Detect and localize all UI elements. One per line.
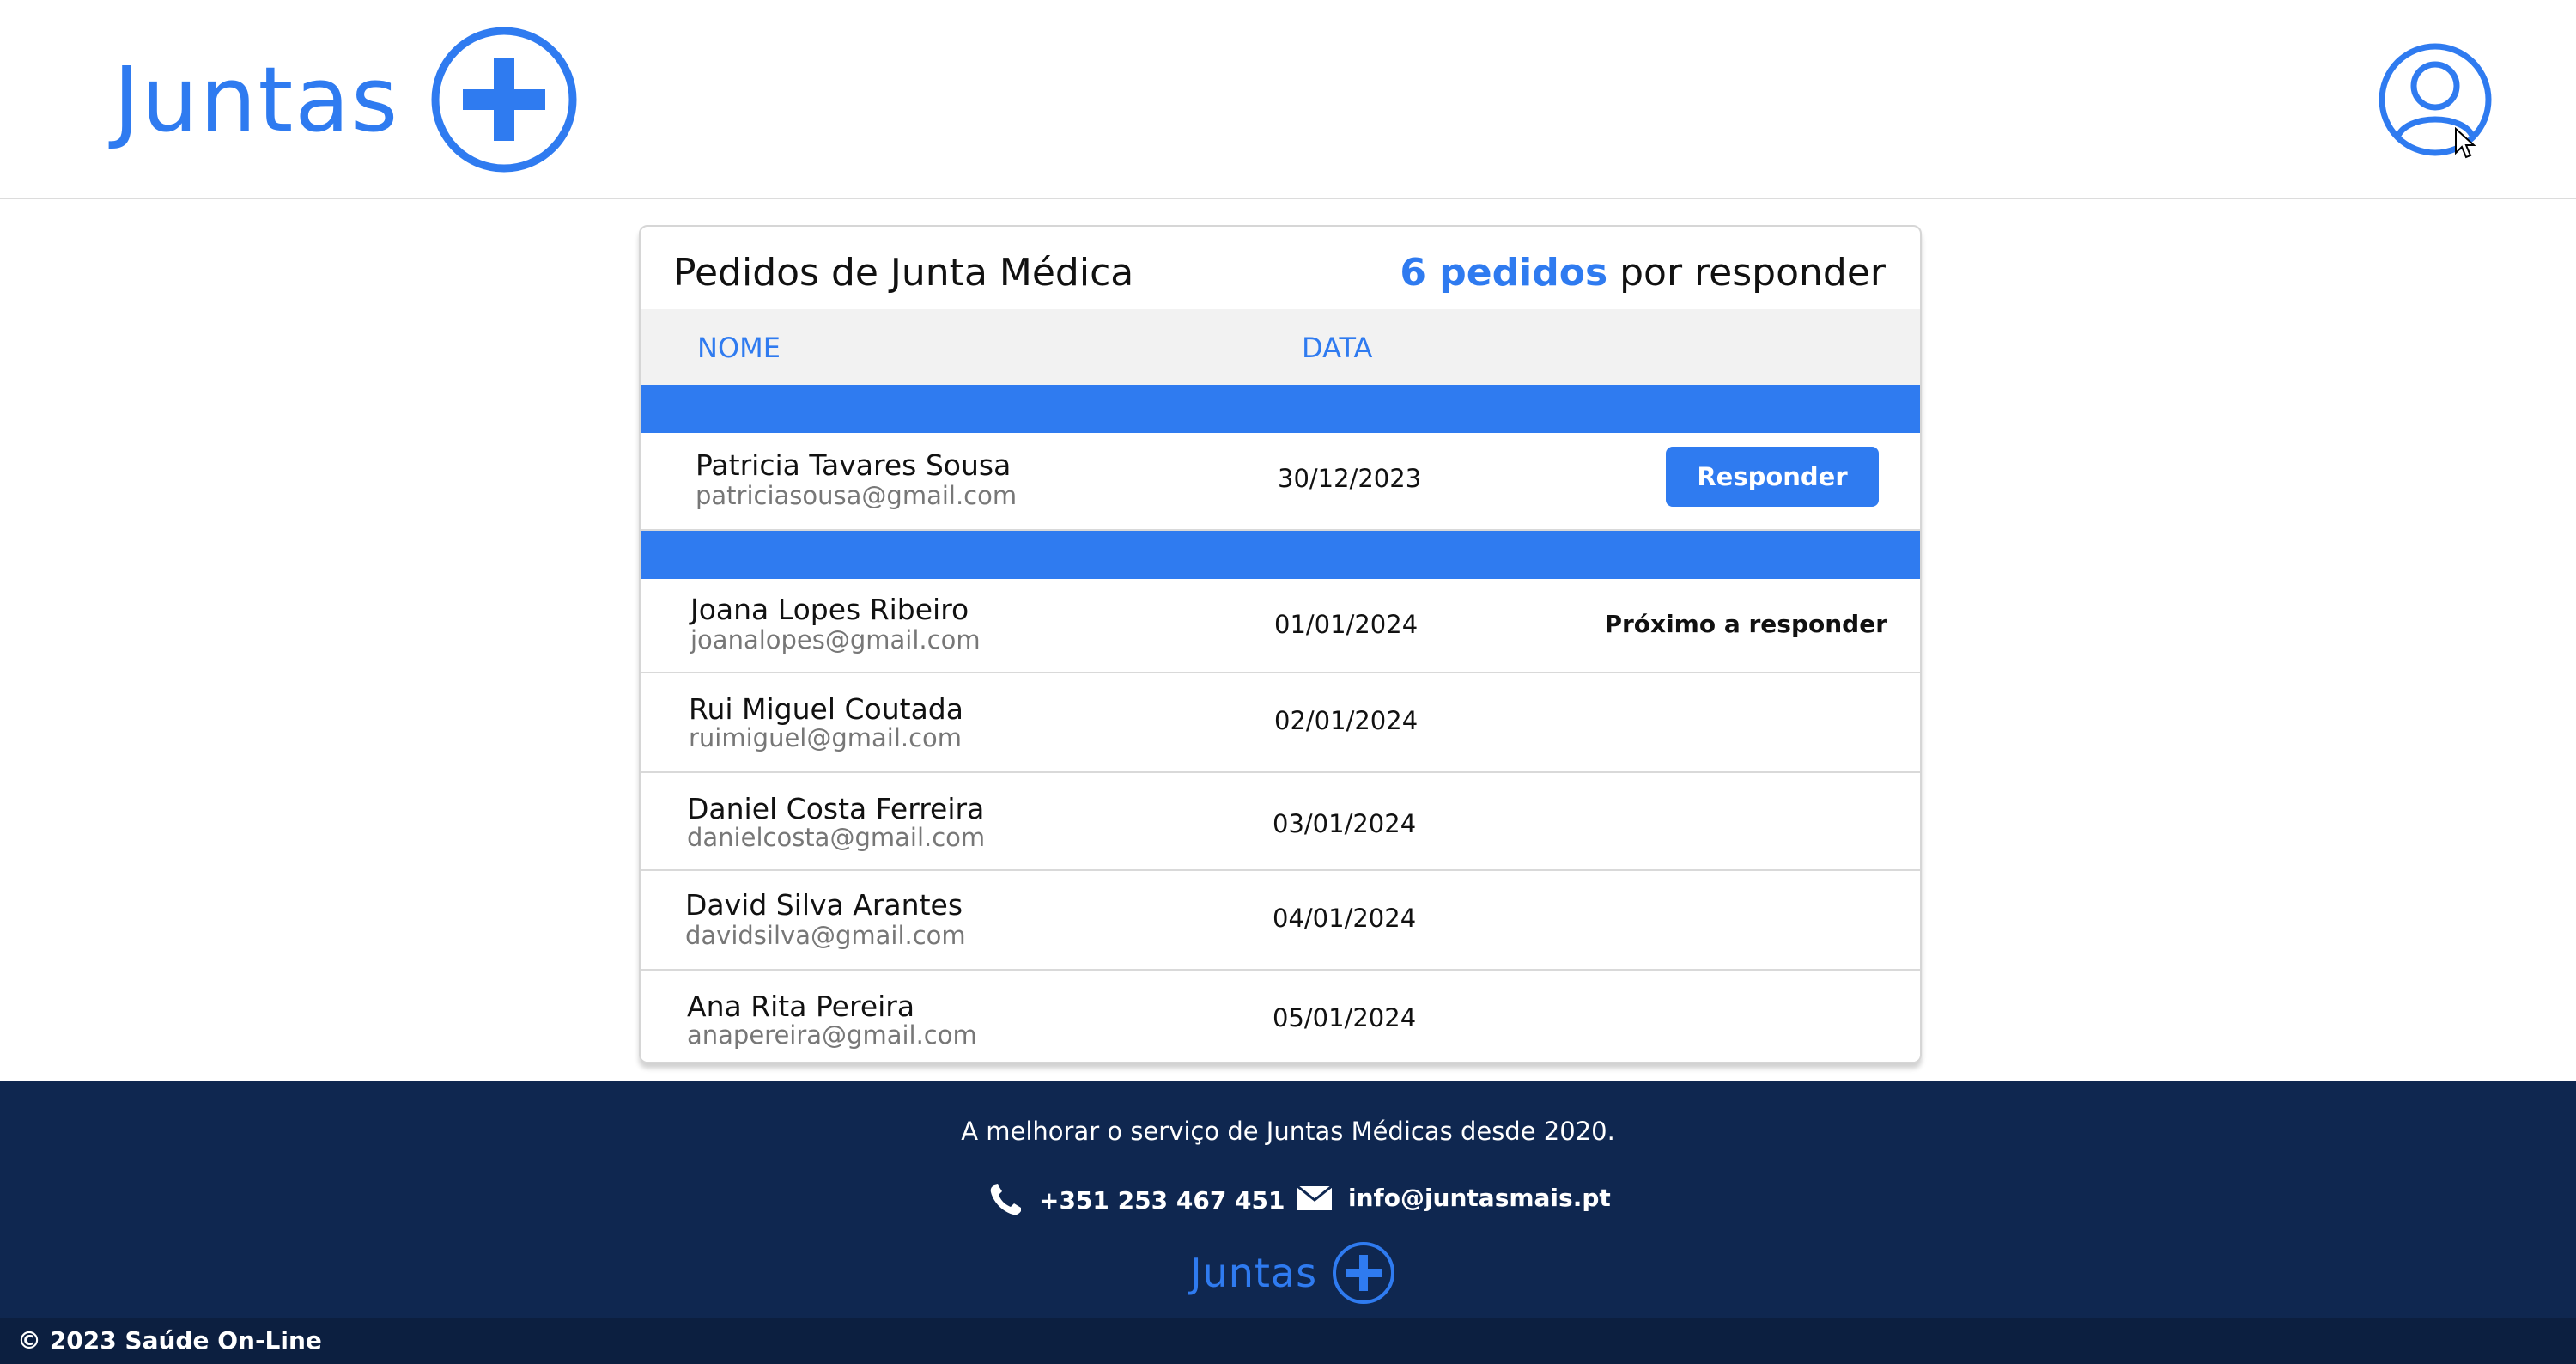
column-header-date: DATA bbox=[1302, 332, 1373, 364]
row-date: 02/01/2024 bbox=[1274, 706, 1419, 735]
copyright-text: © 2023 Saúde On-Line bbox=[17, 1326, 322, 1355]
row-email: joanalopes@gmail.com bbox=[690, 625, 981, 655]
row-name: David Silva Arantes bbox=[685, 888, 963, 922]
logo[interactable]: Juntas bbox=[113, 26, 578, 174]
row-date: 05/01/2024 bbox=[1273, 1003, 1417, 1032]
plus-circle-icon bbox=[431, 27, 577, 173]
table-header: NOME DATA bbox=[641, 309, 1920, 385]
table-row: Joana Lopes Ribeiro joanalopes@gmail.com… bbox=[641, 579, 1920, 673]
copyright-bar: © 2023 Saúde On-Line bbox=[0, 1318, 2576, 1364]
section-divider-bar bbox=[641, 531, 1920, 579]
row-email: danielcosta@gmail.com bbox=[687, 823, 986, 852]
row-name: Patricia Tavares Sousa bbox=[696, 448, 1012, 482]
row-name: Joana Lopes Ribeiro bbox=[690, 593, 969, 626]
table-row: Rui Miguel Coutada ruimiguel@gmail.com 0… bbox=[641, 673, 1920, 773]
footer-logo[interactable]: Juntas bbox=[1190, 1240, 1396, 1306]
row-email: davidsilva@gmail.com bbox=[685, 921, 966, 950]
table-row: Patricia Tavares Sousa patriciasousa@gma… bbox=[641, 433, 1920, 531]
row-email: anapereira@gmail.com bbox=[687, 1020, 977, 1050]
column-header-name: NOME bbox=[697, 332, 781, 364]
row-date: 01/01/2024 bbox=[1274, 610, 1419, 639]
card-title: Pedidos de Junta Médica bbox=[673, 251, 1134, 295]
row-date: 30/12/2023 bbox=[1278, 464, 1422, 493]
footer-email[interactable]: info@juntasmais.pt bbox=[1297, 1184, 1611, 1212]
row-date: 04/01/2024 bbox=[1273, 904, 1417, 933]
site-header: Juntas bbox=[0, 0, 2576, 199]
pending-count-number: 6 pedidos bbox=[1400, 251, 1608, 295]
plus-circle-icon bbox=[1333, 1242, 1395, 1304]
mail-icon bbox=[1297, 1184, 1333, 1210]
pending-count: 6 pedidos por responder bbox=[1400, 251, 1886, 295]
pending-count-suffix: por responder bbox=[1607, 251, 1886, 295]
table-row: Daniel Costa Ferreira danielcosta@gmail.… bbox=[641, 773, 1920, 871]
mouse-cursor-icon bbox=[2455, 127, 2476, 159]
requests-card: Pedidos de Junta Médica 6 pedidos por re… bbox=[639, 225, 1922, 1063]
table-row: David Silva Arantes davidsilva@gmail.com… bbox=[641, 871, 1920, 971]
row-name: Rui Miguel Coutada bbox=[689, 692, 963, 726]
next-to-respond-label: Próximo a responder bbox=[1604, 610, 1887, 638]
respond-button[interactable]: Responder bbox=[1666, 447, 1879, 507]
footer-phone[interactable]: +351 253 467 451 bbox=[989, 1184, 1285, 1216]
phone-number: +351 253 467 451 bbox=[1039, 1185, 1285, 1215]
footer-tagline: A melhorar o serviço de Juntas Médicas d… bbox=[961, 1117, 1615, 1146]
footer-logo-text: Juntas bbox=[1190, 1250, 1318, 1296]
email-address: info@juntasmais.pt bbox=[1348, 1184, 1611, 1212]
row-email: patriciasousa@gmail.com bbox=[696, 481, 1018, 510]
section-divider-bar bbox=[641, 385, 1920, 433]
row-name: Daniel Costa Ferreira bbox=[687, 792, 985, 825]
row-date: 03/01/2024 bbox=[1273, 809, 1417, 838]
table-row: Ana Rita Pereira anapereira@gmail.com 05… bbox=[641, 971, 1920, 1062]
site-footer: A melhorar o serviço de Juntas Médicas d… bbox=[0, 1081, 2576, 1318]
phone-icon bbox=[990, 1184, 1021, 1215]
logo-text: Juntas bbox=[113, 47, 400, 152]
row-email: ruimiguel@gmail.com bbox=[689, 723, 963, 752]
row-name: Ana Rita Pereira bbox=[687, 990, 915, 1023]
